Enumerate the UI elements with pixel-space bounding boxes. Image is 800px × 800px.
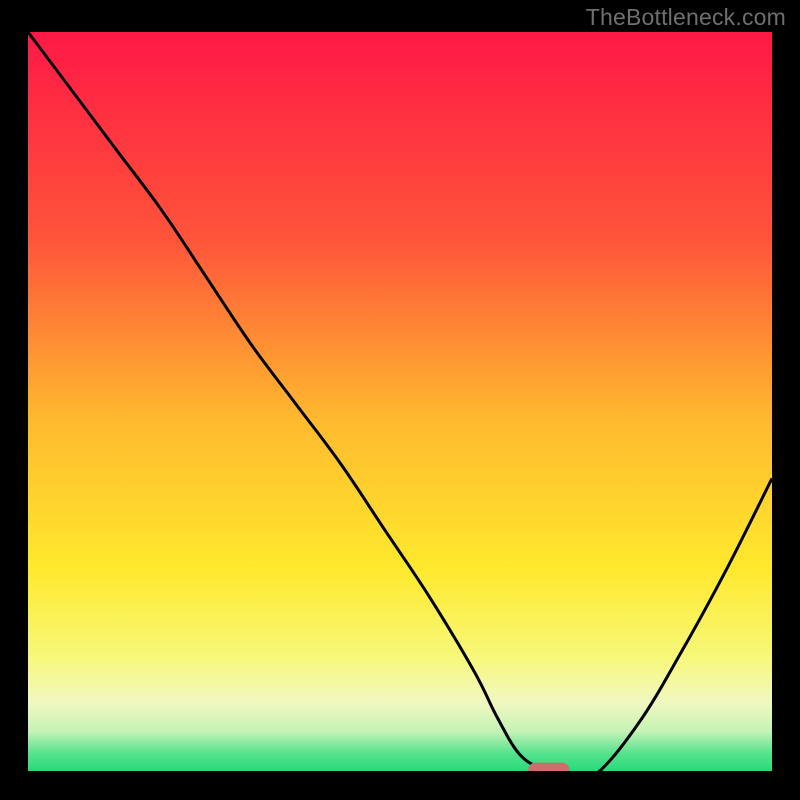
baseline [28,771,772,776]
watermark-label: TheBottleneck.com [586,4,786,31]
plot-area [28,32,772,776]
chart-frame: TheBottleneck.com [0,0,800,800]
plot-svg [28,32,772,776]
gradient-background [28,32,772,776]
